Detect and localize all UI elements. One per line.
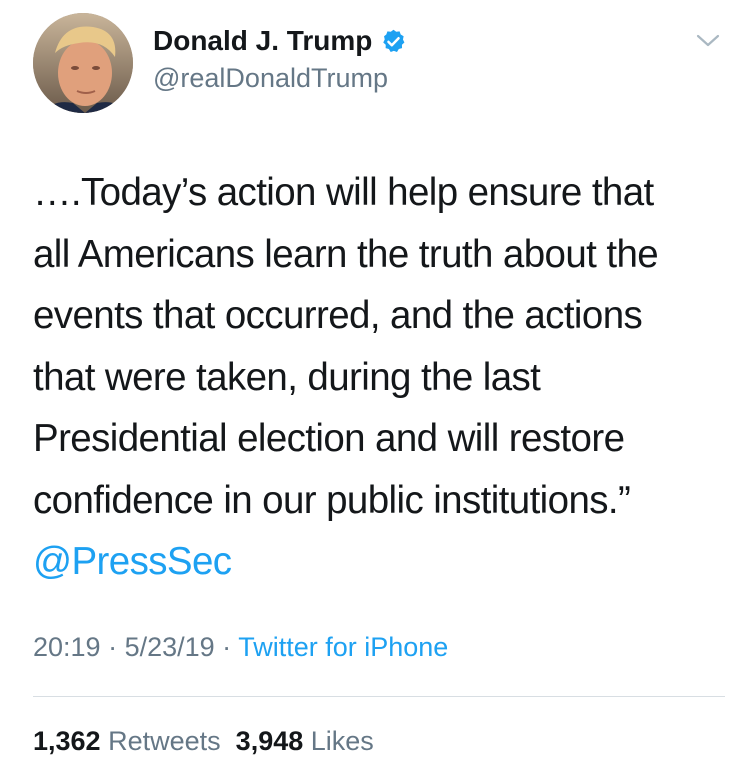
verified-badge-icon bbox=[380, 28, 407, 55]
divider bbox=[33, 696, 725, 697]
retweets-count: 1,362 bbox=[33, 726, 101, 756]
tweet-text-line: that were taken, during the last bbox=[33, 355, 541, 399]
tweet-mention-line: @PressSec bbox=[33, 531, 733, 593]
profile-photo-icon bbox=[33, 13, 133, 113]
meta-separator: · bbox=[100, 632, 125, 662]
mention-link[interactable]: @PressSec bbox=[33, 540, 232, 583]
tweet-text: ….Today’s action will help ensure that a… bbox=[33, 162, 733, 593]
retweets-label: Retweets bbox=[108, 726, 221, 756]
likes-stat[interactable]: 3,948 Likes bbox=[236, 726, 374, 756]
tweet-card: Donald J. Trump @realDonaldTrump ….Today… bbox=[0, 0, 749, 773]
meta-separator: · bbox=[214, 632, 239, 662]
user-handle[interactable]: @realDonaldTrump bbox=[153, 62, 388, 94]
tweet-text-line: Presidential election and will restore bbox=[33, 417, 625, 460]
tweet-text-line: all Americans learn the truth about the bbox=[33, 232, 659, 276]
tweet-stats: 1,362 Retweets 3,948 Likes bbox=[33, 724, 374, 758]
user-name-row: Donald J. Trump bbox=[153, 24, 407, 58]
tweet-text-line: confidence in our public institutions.” bbox=[33, 478, 631, 522]
tweet-meta: 20:19 · 5/23/19 · Twitter for iPhone bbox=[33, 630, 448, 664]
likes-count: 3,948 bbox=[235, 726, 304, 756]
display-name[interactable]: Donald J. Trump bbox=[153, 24, 372, 58]
tweet-date: 5/23/19 bbox=[124, 632, 215, 662]
retweets-stat[interactable]: 1,362 Retweets bbox=[33, 726, 221, 756]
avatar[interactable] bbox=[33, 13, 133, 113]
likes-label: Likes bbox=[310, 726, 374, 756]
tweet-text-line: events that occurred, and the actions bbox=[33, 294, 643, 337]
tweet-text-line: ….Today’s action will help ensure that bbox=[33, 171, 654, 214]
chevron-down-icon[interactable] bbox=[692, 32, 724, 52]
tweet-source-link[interactable]: Twitter for iPhone bbox=[238, 632, 448, 662]
tweet-time: 20:19 bbox=[33, 632, 101, 662]
